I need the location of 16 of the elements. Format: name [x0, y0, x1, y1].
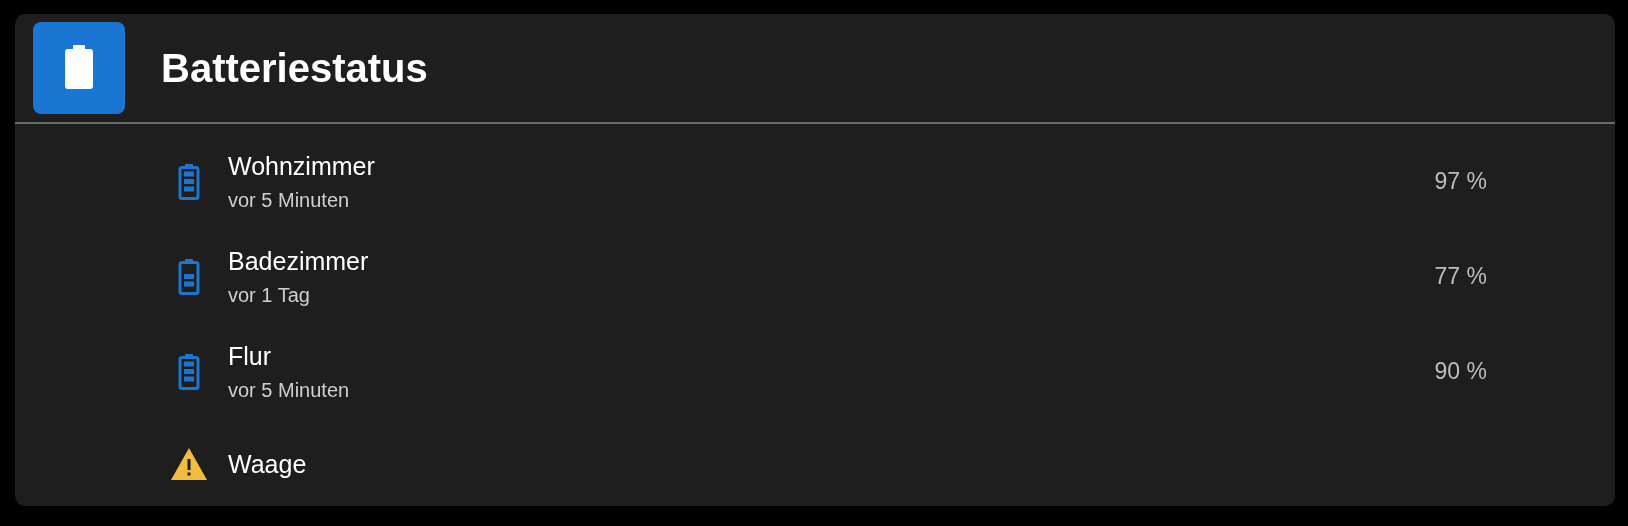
battery-icon	[178, 163, 200, 200]
warning-icon	[170, 447, 208, 481]
last-updated: vor 5 Minuten	[228, 188, 351, 212]
device-name: Waage	[228, 449, 308, 479]
last-updated: vor 5 Minuten	[228, 378, 351, 402]
device-name: Wohnzimmer	[228, 151, 376, 181]
battery-percentage: 97 %	[1434, 168, 1487, 195]
device-name: Flur	[228, 341, 273, 371]
battery-icon	[178, 353, 200, 390]
battery-icon	[178, 258, 200, 295]
last-updated: vor 1 Tag	[228, 283, 311, 307]
card-title: Batteriestatus	[161, 45, 428, 91]
battery-icon	[33, 22, 125, 114]
battery-percentage: 90 %	[1434, 358, 1487, 385]
device-name: Badezimmer	[228, 246, 370, 276]
battery-percentage: 77 %	[1434, 263, 1487, 290]
